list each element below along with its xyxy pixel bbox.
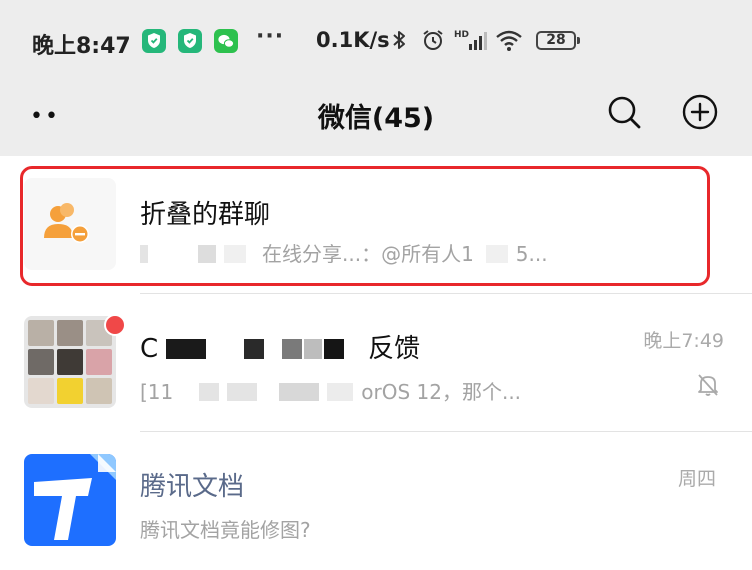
group-avatar	[24, 316, 116, 408]
chat-name: C 反馈	[140, 328, 420, 365]
wechat-app-icon	[214, 29, 238, 53]
chat-name: 腾讯文档	[140, 472, 245, 502]
tencent-docs-icon	[24, 454, 116, 546]
chat-preview: [11 orOS 12，那个...	[140, 376, 521, 405]
unread-dot	[104, 314, 126, 336]
redacted-block	[304, 339, 323, 359]
redacted-block	[227, 383, 258, 401]
search-icon[interactable]	[604, 92, 644, 132]
alarm-icon	[423, 30, 443, 50]
wifi-icon	[496, 30, 522, 51]
add-circle-icon[interactable]	[680, 92, 720, 132]
status-time: 晚上8:47	[32, 34, 131, 59]
chat-name-prefix: C	[140, 334, 159, 364]
bluetooth-icon	[393, 31, 405, 49]
chat-preview: 腾讯文档竟能修图?	[140, 518, 311, 542]
chat-time: 晚上7:49	[643, 330, 724, 352]
chat-preview-prefix: [11	[140, 380, 174, 404]
svg-text:HD: HD	[454, 30, 469, 40]
shield-app-icon	[178, 29, 202, 53]
mute-bell-icon	[698, 374, 718, 396]
chat-name-suffix: 反馈	[368, 334, 421, 364]
chat-preview-suffix: orOS 12，那个...	[361, 380, 522, 404]
redacted-block	[279, 383, 320, 401]
battery-icon: 28	[536, 31, 580, 50]
hd-signal-icon: HD	[454, 30, 487, 50]
redacted-block	[282, 339, 303, 359]
chat-time: 周四	[677, 468, 716, 490]
top-bar: •• 微信(45)	[0, 80, 752, 154]
status-bar: 晚上8:47 ··· 0.1K/s HD 28	[0, 0, 752, 80]
redacted-block	[244, 339, 265, 359]
redacted-block	[327, 383, 354, 401]
redacted-block	[166, 339, 207, 359]
redacted-block	[324, 339, 345, 359]
highlight-box	[20, 166, 710, 286]
status-more: ···	[256, 24, 285, 49]
network-speed: 0.1K/s	[316, 28, 390, 52]
redacted-block	[199, 383, 220, 401]
chat-row-tencent-docs[interactable]: 腾讯文档 腾讯文档竟能修图? 周四	[0, 432, 752, 570]
shield-app-icon	[142, 29, 166, 53]
